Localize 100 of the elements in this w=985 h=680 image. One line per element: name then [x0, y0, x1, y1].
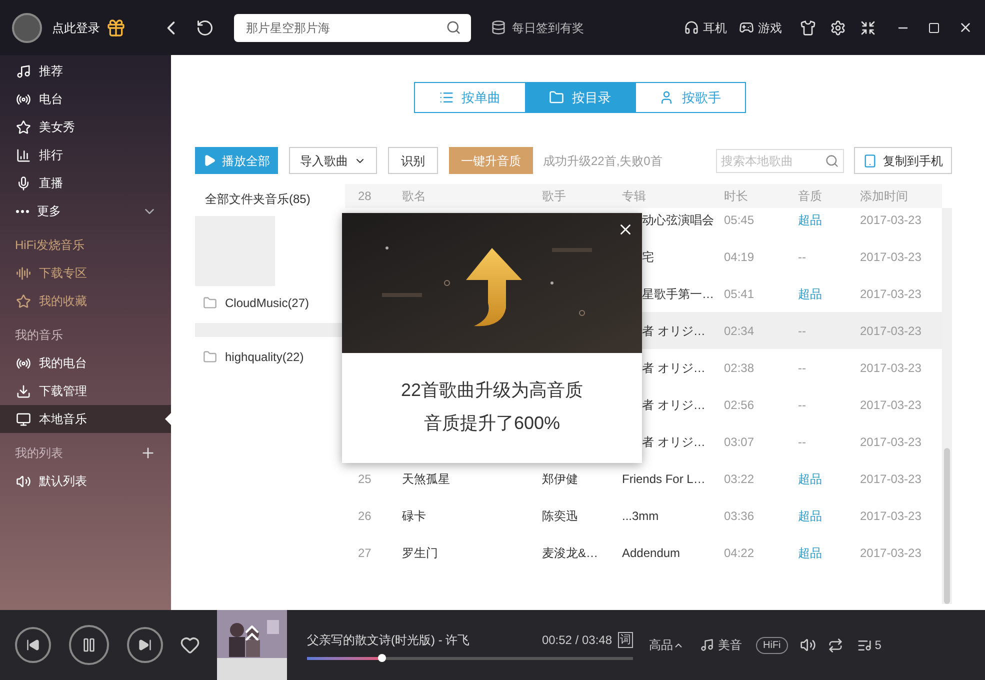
playlist-icon: [856, 638, 872, 652]
status-text: 成功升级22首,失败0首: [543, 152, 662, 170]
next-button[interactable]: [127, 627, 163, 663]
table-cell: 25: [358, 472, 372, 486]
login-link[interactable]: 点此登录: [52, 18, 100, 36]
previous-button[interactable]: [15, 627, 51, 663]
refresh-icon[interactable]: [196, 18, 214, 36]
sidebar-item[interactable]: 默认列表: [0, 467, 171, 495]
speaker-icon: [16, 474, 31, 488]
sidebar-item[interactable]: 下载专区: [0, 259, 171, 287]
table-cell: 03:36: [724, 508, 754, 522]
sidebar-item[interactable]: 电台: [0, 85, 171, 113]
heart-icon[interactable]: [180, 635, 200, 655]
table-cell: 麦浚龙&…: [542, 546, 598, 560]
table-cell: 2017-03-23: [860, 546, 922, 560]
table-cell: ...3mm: [622, 508, 659, 522]
sidebar-item[interactable]: 更多: [0, 197, 171, 225]
table-cell: Addendum: [622, 546, 680, 560]
sidebar-item[interactable]: 美女秀: [0, 113, 171, 141]
gamepad-icon: [739, 20, 754, 35]
sidebar-item[interactable]: 本地音乐: [0, 405, 171, 433]
download-icon: [16, 384, 31, 398]
mini-mode-icon[interactable]: [860, 20, 876, 36]
user-icon: [659, 90, 674, 105]
phone-icon: [863, 154, 877, 168]
table-cell: 04:19: [724, 250, 754, 264]
table-cell: 郑伊健: [542, 472, 578, 486]
table-cell: --: [798, 398, 806, 412]
table-cell: 天煞孤星: [402, 472, 450, 486]
folder-item[interactable]: 全部文件夹音乐(85): [195, 188, 345, 210]
radio-icon: [16, 356, 31, 370]
music-note-icon: [16, 64, 31, 78]
table-cell: --: [798, 360, 806, 374]
table-cell: 宅: [642, 250, 654, 264]
pause-icon: [81, 637, 97, 653]
copy-to-phone-button[interactable]: 复制到手机: [854, 147, 952, 174]
playlist-button[interactable]: 5: [856, 636, 882, 654]
sound-wave-icon: [16, 266, 31, 280]
table-row[interactable]: 26 碌卡 陈奕迅 ...3mm 03:36 超品 2017-03-23: [345, 497, 942, 534]
volume-icon[interactable]: [800, 637, 816, 653]
table-cell: 04:22: [724, 546, 754, 560]
progress-track[interactable]: [307, 656, 633, 660]
sound-effect-button[interactable]: 美音: [700, 636, 742, 654]
play-icon: [203, 154, 216, 167]
scrollbar[interactable]: [942, 208, 952, 604]
settings-icon[interactable]: [830, 20, 846, 36]
section-title: HiFi发烧音乐: [15, 237, 84, 254]
song-title: 父亲写的散文诗(时光版) - 许飞: [307, 632, 470, 648]
table-cell: 02:56: [724, 398, 754, 412]
more-icon: [16, 210, 29, 212]
folder-icon: [203, 296, 217, 310]
sidebar-item[interactable]: 直播: [0, 169, 171, 197]
music-note-icon: [700, 638, 714, 652]
hifi-badge[interactable]: HiFi: [756, 636, 788, 654]
table-cell: 05:41: [724, 286, 754, 300]
list-icon: [438, 90, 454, 105]
table-cell: 2017-03-23: [860, 212, 922, 226]
table-row[interactable]: 27 罗生门 麦浚龙&… Addendum 04:22 超品 2017-03-23: [345, 534, 942, 571]
table-cell: 2017-03-23: [860, 250, 922, 264]
folder-icon: [549, 90, 564, 105]
table-cell: 05:45: [724, 212, 754, 226]
table-cell: 2017-03-23: [860, 434, 922, 448]
repeat-icon[interactable]: [828, 638, 843, 652]
sidebar-item[interactable]: 我的收藏: [0, 287, 171, 315]
table-cell: 2017-03-23: [860, 508, 922, 522]
quality-button[interactable]: 高品: [649, 636, 684, 654]
table-cell: --: [798, 324, 806, 338]
table-cell: --: [798, 434, 806, 448]
add-icon[interactable]: [140, 445, 156, 461]
maximize-icon[interactable]: [928, 22, 940, 34]
top-link[interactable]: 游戏: [758, 18, 782, 36]
table-cell: 陈奕迅: [542, 508, 578, 522]
top-link[interactable]: 耳机: [703, 18, 727, 36]
section-title: 我的列表: [15, 445, 63, 462]
headphones-icon: [684, 20, 699, 35]
lyrics-button[interactable]: 词: [618, 632, 633, 648]
folder-item[interactable]: CloudMusic(27): [195, 292, 345, 314]
table-cell: 26: [358, 508, 372, 522]
table-cell: 者 オリジ…: [642, 434, 706, 448]
play-time: 00:52 / 03:48: [542, 632, 612, 648]
folder-item[interactable]: highquality(22): [195, 346, 345, 368]
sidebar-item[interactable]: 排行: [0, 141, 171, 169]
skin-icon[interactable]: [800, 20, 816, 36]
microphone-icon: [16, 176, 31, 190]
gift-icon[interactable]: [106, 18, 126, 38]
table-row[interactable]: 25 天煞孤星 郑伊健 Friends For L… 03:22 超品 2017-03-23: [345, 460, 942, 497]
table-cell: 02:38: [724, 360, 754, 374]
pause-button[interactable]: [69, 625, 109, 665]
table-cell: 者 オリジ…: [642, 360, 706, 374]
local-search-field[interactable]: 搜索本地歌曲: [716, 148, 844, 172]
checkin-link[interactable]: 每日签到有奖: [512, 18, 584, 36]
import-button[interactable]: 导入歌曲: [289, 147, 377, 174]
section-title: 我的音乐: [15, 327, 63, 344]
close-icon[interactable]: [958, 20, 973, 35]
sidebar-item[interactable]: 推荐: [0, 57, 171, 85]
sidebar-item[interactable]: 下载管理: [0, 377, 171, 405]
search-field[interactable]: 那片星空那片海: [234, 14, 471, 42]
identify-button[interactable]: 识别: [388, 147, 438, 174]
folder-icon: [203, 350, 217, 364]
sidebar-item[interactable]: 我的电台: [0, 349, 171, 377]
